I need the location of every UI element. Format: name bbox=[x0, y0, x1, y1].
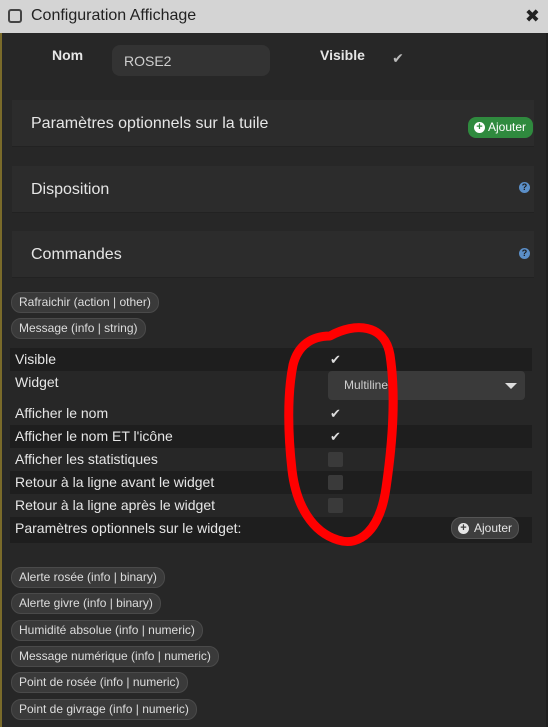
config-row-show-name-icon: Afficher le nom ET l'icône ✔ bbox=[10, 425, 532, 448]
config-label: Visible bbox=[15, 351, 56, 367]
config-label: Afficher le nom bbox=[15, 405, 109, 421]
tile-optional-panel-header[interactable]: Paramètres optionnels sur la tuile + Ajo… bbox=[12, 100, 534, 147]
close-icon[interactable]: ✖ bbox=[525, 6, 540, 27]
visible-checkbox[interactable]: ✔ bbox=[390, 50, 406, 66]
break-before-checkbox[interactable] bbox=[328, 475, 343, 490]
name-label: Nom bbox=[52, 47, 84, 63]
command-pill-message-numerique[interactable]: Message numérique (info | numeric) bbox=[11, 646, 219, 667]
config-row-show-name: Afficher le nom ✔ bbox=[10, 402, 532, 425]
command-pill-point-rosee[interactable]: Point de rosée (info | numeric) bbox=[11, 672, 188, 693]
window-icon bbox=[8, 9, 22, 23]
widget-optional-add-button[interactable]: + Ajouter bbox=[451, 517, 519, 539]
window-titlebar: Configuration Affichage ✖ bbox=[0, 0, 548, 33]
config-label: Retour à la ligne avant le widget bbox=[15, 474, 215, 490]
command-pill-alerte-givre[interactable]: Alerte givre (info | binary) bbox=[11, 593, 161, 614]
break-after-checkbox[interactable] bbox=[328, 498, 343, 513]
commands-panel-title: Commandes bbox=[31, 246, 122, 263]
visible-checkbox[interactable]: ✔ bbox=[328, 352, 343, 367]
show-name-icon-checkbox[interactable]: ✔ bbox=[328, 429, 343, 444]
config-label: Widget bbox=[15, 374, 59, 390]
command-pill-rafraichir[interactable]: Rafraichir (action | other) bbox=[11, 292, 159, 313]
config-row-break-before: Retour à la ligne avant le widget bbox=[10, 471, 532, 494]
layout-panel-header[interactable]: Disposition ? bbox=[12, 166, 534, 213]
commands-panel-header[interactable]: Commandes ? bbox=[12, 231, 534, 278]
config-row-break-after: Retour à la ligne après le widget bbox=[10, 494, 532, 517]
question-circle-icon[interactable]: ? bbox=[519, 182, 530, 193]
tile-optional-panel-title: Paramètres optionnels sur la tuile bbox=[31, 115, 269, 132]
widget-select-value: Multiline bbox=[344, 378, 389, 392]
widget-optional-add-label: Ajouter bbox=[474, 521, 513, 535]
command-pill-alerte-rosee[interactable]: Alerte rosée (info | binary) bbox=[11, 567, 165, 588]
config-label: Retour à la ligne après le widget bbox=[15, 497, 216, 513]
command-pill-message[interactable]: Message (info | string) bbox=[11, 318, 146, 339]
config-row-visible: Visible ✔ bbox=[10, 348, 532, 371]
config-row-widget: Widget Multiline bbox=[10, 371, 532, 402]
config-label: Afficher les statistiques bbox=[15, 451, 158, 467]
caret-down-icon bbox=[505, 383, 517, 389]
window-title: Configuration Affichage bbox=[31, 7, 197, 24]
config-label: Paramètres optionnels sur le widget: bbox=[15, 520, 242, 536]
layout-panel-title: Disposition bbox=[31, 181, 110, 198]
config-label: Afficher le nom ET l'icône bbox=[15, 428, 173, 444]
command-config-table: Visible ✔ Widget Multiline Afficher le n… bbox=[10, 348, 532, 543]
show-stats-checkbox[interactable] bbox=[328, 452, 343, 467]
config-row-widget-optional: Paramètres optionnels sur le widget: + A… bbox=[10, 517, 532, 543]
config-row-show-stats: Afficher les statistiques bbox=[10, 448, 532, 471]
tile-optional-add-button[interactable]: + Ajouter bbox=[468, 117, 533, 138]
visible-label: Visible bbox=[320, 47, 365, 63]
dialog-content: Nom Visible ✔ Paramètres optionnels sur … bbox=[2, 33, 546, 727]
plus-circle-icon: + bbox=[474, 122, 485, 133]
name-row: Nom Visible ✔ bbox=[2, 33, 546, 93]
plus-circle-icon: + bbox=[458, 523, 469, 534]
question-circle-icon[interactable]: ? bbox=[519, 248, 530, 259]
command-pill-point-givrage[interactable]: Point de givrage (info | numeric) bbox=[11, 699, 197, 720]
show-name-checkbox[interactable]: ✔ bbox=[328, 406, 343, 421]
widget-select[interactable]: Multiline bbox=[328, 371, 525, 400]
tile-optional-add-label: Ajouter bbox=[488, 120, 527, 134]
command-pill-humidite-absolue[interactable]: Humidité absolue (info | numeric) bbox=[11, 620, 203, 641]
name-input[interactable] bbox=[112, 45, 270, 76]
